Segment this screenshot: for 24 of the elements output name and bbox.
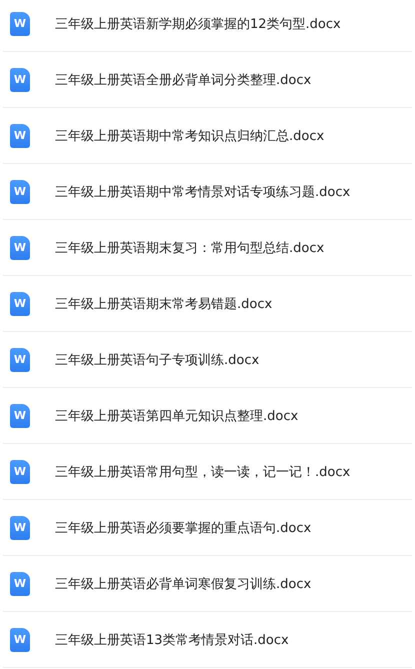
word-file-icon: W — [10, 404, 30, 428]
word-file-icon: W — [10, 124, 30, 148]
file-name[interactable]: 三年级上册英语必须要掌握的重点语句.docx — [55, 518, 312, 536]
word-file-icon: W — [10, 292, 30, 316]
word-file-icon: W — [10, 460, 30, 484]
word-file-icon: W — [10, 236, 30, 260]
file-name[interactable]: 三年级上册英语新学期必须掌握的12类句型.docx — [55, 14, 341, 32]
word-file-icon: W — [10, 572, 30, 596]
file-name[interactable]: 三年级上册英语期中常考知识点归纳汇总.docx — [55, 126, 324, 144]
word-file-icon: W — [10, 516, 30, 540]
file-name[interactable]: 三年级上册英语期末常考易错题.docx — [55, 294, 272, 312]
file-name[interactable]: 三年级上册英语必背单词寒假复习训练.docx — [55, 574, 312, 592]
file-name[interactable]: 三年级上册英语13类常考情景对话.docx — [55, 630, 289, 648]
word-file-icon: W — [10, 628, 30, 652]
file-name[interactable]: 三年级上册英语常用句型，读一读，记一记！.docx — [55, 462, 350, 480]
word-file-icon: W — [10, 180, 30, 204]
file-name[interactable]: 三年级上册英语全册必背单词分类整理.docx — [55, 70, 312, 88]
word-file-icon: W — [10, 348, 30, 372]
file-name[interactable]: 三年级上册英语期末复习：常用句型总结.docx — [55, 238, 324, 256]
word-file-icon: W — [10, 12, 30, 36]
file-name[interactable]: 三年级上册英语第四单元知识点整理.docx — [55, 406, 298, 424]
file-name[interactable]: 三年级上册英语期中常考情景对话专项练习题.docx — [55, 182, 350, 200]
word-file-icon: W — [10, 68, 30, 92]
file-name[interactable]: 三年级上册英语句子专项训练.docx — [55, 350, 260, 368]
